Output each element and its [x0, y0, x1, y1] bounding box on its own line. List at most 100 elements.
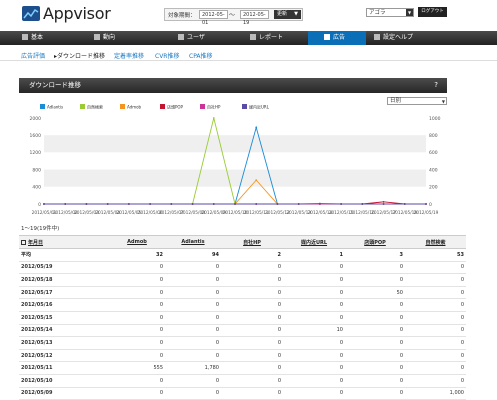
row-date: 平均	[19, 248, 109, 262]
row-date: 2012/05/10	[19, 374, 109, 388]
cell-value: 0	[345, 361, 405, 375]
logout-button[interactable]: ログアウト	[418, 7, 447, 17]
download-trend-chart: 2000160012008004000100080060040020002012…	[30, 103, 441, 216]
series-point	[64, 203, 67, 205]
nav-item-report[interactable]: レポート	[250, 31, 302, 45]
cell-value: 0	[221, 361, 283, 375]
table-row: 2012/05/14 0 0 0 10 0 0	[19, 324, 466, 338]
update-button[interactable]: 更新 ▼	[274, 10, 301, 19]
cell-value: 0	[345, 336, 405, 350]
cell-value: 1,000	[405, 387, 466, 400]
nav-item-user[interactable]: ユーザ	[178, 31, 228, 45]
legend-label: 自社HP	[207, 103, 221, 109]
y-left-tick-label: 800	[32, 167, 41, 173]
results-count: 1〜19(19件中)	[21, 226, 60, 232]
cell-value: 0	[109, 311, 165, 325]
section-title: ダウンロード推移	[29, 81, 81, 89]
date-to-input[interactable]: 2012-05-19	[240, 10, 269, 26]
column-header-admob[interactable]: Admob	[109, 235, 165, 249]
app-select[interactable]: アゴラ ▼	[366, 8, 414, 17]
megaphone-icon	[324, 34, 330, 40]
series-point	[212, 203, 215, 205]
cell-value: 0	[345, 273, 405, 287]
chart-band	[44, 118, 426, 136]
legend-swatch	[160, 104, 165, 109]
cell-value: 0	[221, 336, 283, 350]
legend-swatch	[40, 104, 45, 109]
cell-value: 0	[405, 336, 466, 350]
subnav-download-trend[interactable]: ▸ダウンロード推移	[54, 51, 105, 60]
cell-value: 0	[283, 336, 345, 350]
series-point	[127, 203, 130, 205]
report-icon	[250, 34, 256, 40]
cell-value: 0	[345, 324, 405, 338]
column-header-url[interactable]: 媒内近URL	[283, 235, 345, 249]
y-left-tick-label: 2000	[30, 116, 42, 122]
series-point	[85, 203, 88, 205]
legend-label: 自然検索	[87, 103, 103, 109]
subnav-ad-evaluation[interactable]: 広告評価	[21, 51, 45, 60]
row-date: 2012/05/12	[19, 349, 109, 363]
date-separator: 〜	[229, 12, 236, 19]
series-point	[43, 203, 45, 205]
series-point	[149, 203, 152, 205]
column-header-adlantis[interactable]: Adlantis	[165, 235, 221, 249]
subnav-retention-trend[interactable]: 定着率推移	[114, 51, 144, 60]
y-left-tick-label: 1600	[30, 133, 42, 139]
series-point	[382, 203, 385, 205]
series-point	[255, 126, 258, 129]
series-point	[106, 203, 109, 205]
cell-value: 0	[165, 311, 221, 325]
row-date: 2012/05/14	[19, 324, 109, 338]
cell-value: 0	[165, 349, 221, 363]
subnav-cpa-trend[interactable]: CPA推移	[189, 51, 213, 60]
series-point	[170, 203, 173, 205]
cell-value: 0	[405, 273, 466, 287]
series-point	[340, 203, 343, 205]
cell-value: 0	[165, 387, 221, 400]
nav-item-basic[interactable]: 基本	[22, 31, 67, 45]
chart-band	[44, 186, 426, 204]
cell-value: 0	[165, 324, 221, 338]
cell-value: 0	[165, 374, 221, 388]
legend-label: 媒内近URL	[249, 103, 270, 109]
nav-item-ads[interactable]: 広告	[308, 31, 366, 45]
series-point	[234, 203, 236, 205]
cell-value: 0	[405, 261, 466, 275]
column-header-organic[interactable]: 自然検索	[405, 235, 466, 249]
cell-value: 0	[165, 298, 221, 312]
help-icon[interactable]: ?	[434, 78, 438, 93]
cell-value: 0	[109, 286, 165, 300]
series-point	[425, 203, 427, 205]
brand-name[interactable]: Appvisor	[43, 4, 111, 23]
cell-value: 3	[345, 248, 405, 262]
cell-value: 0	[221, 311, 283, 325]
cell-value: 0	[345, 387, 405, 400]
cell-value: 0	[345, 311, 405, 325]
header-label: 年月日	[28, 239, 44, 246]
cell-value: 0	[165, 286, 221, 300]
nav-item-settings[interactable]: 設定ヘルプ	[374, 31, 444, 45]
table-row: 2012/05/16 0 0 0 0 0 0	[19, 298, 466, 312]
table-row: 2012/05/11 555 1,780 0 0 0 0	[19, 361, 466, 375]
table-row: 2012/05/13 0 0 0 0 0 0	[19, 336, 466, 350]
date-from-input[interactable]: 2012-05-01	[199, 10, 228, 26]
column-header-own-hp[interactable]: 自社HP	[221, 235, 283, 249]
cell-value: 94	[165, 248, 221, 262]
table-row: 2012/05/19 0 0 0 0 0 0	[19, 261, 466, 275]
nav-item-trend[interactable]: 動向	[94, 31, 139, 45]
table-row: 2012/05/09 0 0 0 0 0 1,000	[19, 387, 466, 400]
cell-value: 0	[283, 261, 345, 275]
download-table: 年月日 Admob Adlantis 自社HP 媒内近URL 店頭POP 自然検…	[19, 235, 466, 400]
nav-label: 動向	[103, 34, 116, 41]
x-tick-label: 2012/05/19	[414, 210, 439, 216]
cell-value: 0	[405, 286, 466, 300]
subnav-cvr-trend[interactable]: CVR推移	[155, 51, 179, 60]
table-header-row: 年月日 Admob Adlantis 自社HP 媒内近URL 店頭POP 自然検…	[19, 235, 466, 249]
y-right-tick-label: 1000	[429, 116, 441, 122]
y-right-tick-label: 800	[429, 133, 438, 139]
row-date: 2012/05/17	[19, 286, 109, 300]
column-header-store-pop[interactable]: 店頭POP	[345, 235, 405, 249]
column-header-date[interactable]: 年月日	[19, 235, 109, 249]
chevron-down-icon: ▼	[406, 9, 413, 16]
